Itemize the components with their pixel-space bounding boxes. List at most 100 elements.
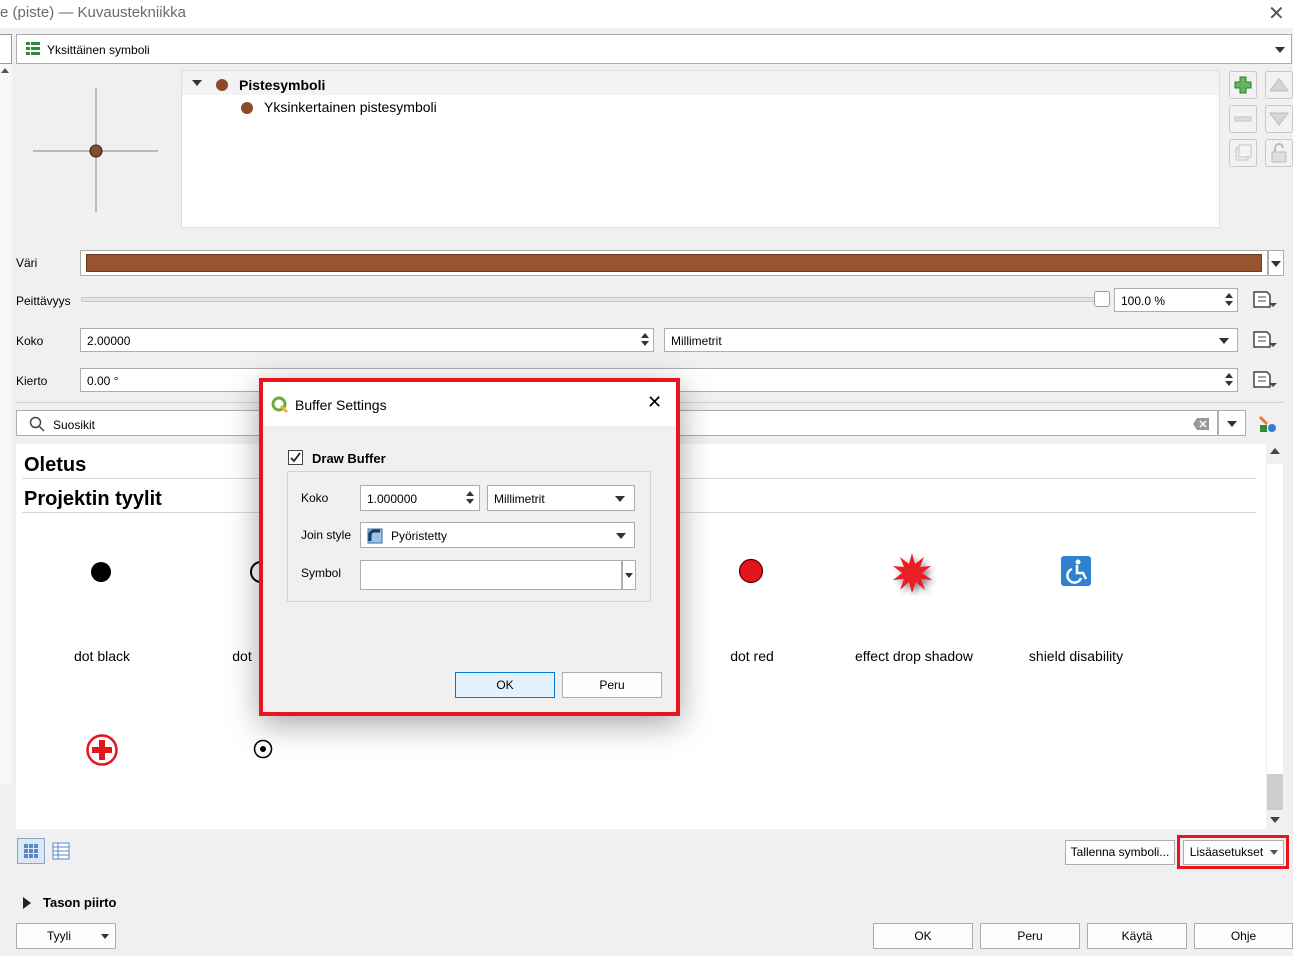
move-down-button[interactable]	[1265, 105, 1293, 133]
size-spinbox[interactable]: 2.00000	[80, 328, 654, 352]
color-button[interactable]	[80, 250, 1268, 276]
buffer-size-label: Koko	[301, 491, 329, 505]
expand-arrow-icon[interactable]	[192, 80, 202, 86]
help-button[interactable]: Ohje	[1194, 923, 1293, 949]
close-icon[interactable]: ✕	[647, 392, 662, 413]
advanced-label: Lisäasetukset	[1189, 845, 1264, 859]
chevron-down-icon	[101, 934, 109, 939]
size-unit-select[interactable]: Millimetrit	[664, 328, 1238, 352]
duplicate-icon	[1235, 144, 1252, 161]
spin-arrows-icon[interactable]	[1221, 290, 1237, 309]
close-icon[interactable]: ✕	[1268, 1, 1285, 26]
dialog-ok-button[interactable]: OK	[455, 672, 555, 698]
symbol-name[interactable]: dot red	[672, 648, 832, 664]
buffer-size-spinbox[interactable]: 1.000000	[360, 485, 480, 511]
size-unit-value: Millimetrit	[671, 334, 722, 348]
dialog-cancel-button[interactable]: Peru	[562, 672, 662, 698]
advanced-button[interactable]: Lisäasetukset	[1183, 840, 1284, 865]
accessibility-shield-icon[interactable]	[1060, 555, 1092, 587]
draw-buffer-checkbox[interactable]	[288, 450, 303, 465]
chevron-down-icon	[625, 573, 633, 578]
search-icon	[29, 416, 45, 432]
chevron-down-icon	[1270, 850, 1278, 855]
buffer-unit-value: Millimetrit	[494, 492, 545, 506]
buffer-symbol-menu[interactable]	[622, 560, 636, 590]
spin-arrows-icon[interactable]	[1221, 370, 1237, 389]
icon-view-button[interactable]	[17, 838, 45, 864]
size-value: 2.00000	[87, 334, 131, 348]
opacity-slider-handle[interactable]	[1094, 291, 1110, 307]
data-defined-override-icon[interactable]	[1250, 329, 1278, 351]
draw-buffer-label[interactable]: Draw Buffer	[312, 451, 386, 466]
list-view-icon[interactable]	[50, 840, 72, 862]
rotation-value: 0.00 °	[87, 374, 119, 388]
buffer-size-value: 1.000000	[367, 492, 418, 506]
symbol-name[interactable]: dot black	[22, 648, 182, 664]
search-value: Suosikit	[53, 418, 96, 432]
renderer-label: Yksittäinen symboli	[47, 43, 150, 57]
duplicate-layer-button[interactable]	[1229, 139, 1257, 167]
spin-arrows-icon[interactable]	[637, 330, 653, 349]
data-defined-override-icon[interactable]	[1250, 369, 1278, 391]
opacity-value: 100.0 %	[1121, 294, 1166, 308]
ok-button[interactable]: OK	[873, 923, 973, 949]
scroll-down-icon[interactable]	[1270, 817, 1280, 823]
layer-rendering-toggle[interactable]: Tason piirto	[43, 895, 116, 910]
qgis-logo-icon	[271, 396, 289, 414]
expand-arrow-icon[interactable]	[23, 897, 31, 909]
lock-layer-button[interactable]	[1265, 139, 1293, 167]
plus-icon	[1234, 76, 1252, 94]
window-title: e (piste) — Kuvaustekniikka	[0, 4, 186, 21]
scroll-track[interactable]	[1267, 464, 1283, 774]
join-style-label: Join style	[301, 528, 352, 542]
cancel-button[interactable]: Peru	[980, 923, 1080, 949]
chevron-down-icon	[1275, 47, 1285, 53]
group-heading-default: Oletus	[24, 454, 87, 476]
add-layer-button[interactable]	[1229, 71, 1257, 99]
remove-layer-button[interactable]	[1229, 105, 1257, 133]
apply-button[interactable]: Käytä	[1087, 923, 1187, 949]
left-panel-edge	[0, 34, 12, 64]
red-cross-circle-icon[interactable]	[85, 733, 119, 767]
black-dot-icon[interactable]	[89, 560, 113, 584]
search-menu-button[interactable]	[1218, 410, 1246, 436]
scroll-thumb[interactable]	[1267, 774, 1283, 810]
symbol-name[interactable]: effect drop shadow	[834, 648, 994, 664]
spin-arrows-icon[interactable]	[462, 488, 478, 507]
arrow-up-icon	[1269, 78, 1289, 92]
buffer-settings-dialog: Buffer Settings ✕ Draw Buffer Koko 1.000…	[259, 378, 680, 716]
move-up-button[interactable]	[1265, 71, 1293, 99]
symbol-preview	[33, 88, 158, 212]
data-defined-override-icon[interactable]	[1250, 289, 1278, 311]
chevron-down-icon	[616, 533, 626, 539]
red-star-burst-icon[interactable]	[892, 552, 936, 596]
symbol-name[interactable]: shield disability	[996, 648, 1156, 664]
opacity-label: Peittävyys	[16, 294, 71, 308]
scroll-up-icon[interactable]	[1270, 448, 1280, 454]
style-menu-button[interactable]: Tyyli	[16, 923, 116, 949]
red-dot-icon[interactable]	[738, 558, 764, 584]
target-dot-icon[interactable]	[252, 738, 274, 760]
clear-icon[interactable]	[1193, 418, 1209, 430]
marker-icon	[216, 79, 228, 91]
style-manager-icon[interactable]	[1258, 414, 1278, 434]
lock-icon	[1271, 143, 1287, 163]
library-scrollbar[interactable]	[1266, 444, 1284, 829]
buffer-symbol-button[interactable]	[360, 560, 622, 590]
title-bar: e (piste) — Kuvaustekniikka ✕	[0, 0, 1293, 28]
chevron-down-icon	[1271, 261, 1281, 267]
opacity-slider-track[interactable]	[81, 297, 1106, 302]
join-style-select[interactable]: Pyöristetty	[360, 522, 635, 548]
group-heading-project: Projektin tyylit	[24, 488, 162, 510]
join-style-value: Pyöristetty	[391, 529, 448, 543]
renderer-select[interactable]: Yksittäinen symboli	[16, 34, 1292, 64]
buffer-unit-select[interactable]: Millimetrit	[487, 485, 635, 511]
opacity-spinbox[interactable]: 100.0 %	[1114, 288, 1238, 312]
symbol-layer-tree[interactable]: Pistesymboli Yksinkertainen pistesymboli	[181, 70, 1220, 228]
color-menu-button[interactable]	[1268, 250, 1284, 276]
simple-marker-icon	[241, 102, 253, 114]
tree-child-label[interactable]: Yksinkertainen pistesymboli	[264, 99, 437, 115]
style-label: Tyyli	[47, 929, 71, 943]
save-symbol-button[interactable]: Tallenna symboli...	[1065, 840, 1175, 865]
tree-root-row[interactable]: Pistesymboli	[182, 71, 1219, 95]
